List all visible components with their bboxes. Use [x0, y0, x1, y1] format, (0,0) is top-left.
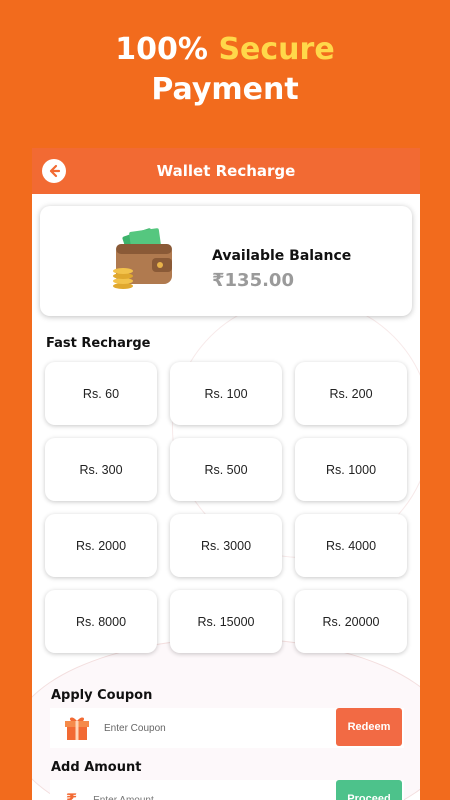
amount-button-20000[interactable]: Rs. 20000 [295, 590, 407, 653]
gift-icon [65, 717, 89, 740]
apply-coupon-label: Apply Coupon [51, 688, 153, 703]
amount-field: ₹ Proceed [50, 780, 404, 800]
redeem-button[interactable]: Redeem [336, 708, 402, 746]
promo-highlight: Secure [218, 32, 335, 67]
balance-value: ₹135.00 [212, 270, 294, 291]
app-bar: Wallet Recharge [32, 148, 420, 194]
phone-screen: Wallet Recharge Available Balance ₹135.0… [32, 148, 420, 800]
promo-line-2: Payment [151, 72, 299, 107]
amount-button-2000[interactable]: Rs. 2000 [45, 514, 157, 577]
amount-button-3000[interactable]: Rs. 3000 [170, 514, 282, 577]
amount-button-200[interactable]: Rs. 200 [295, 362, 407, 425]
back-button[interactable] [42, 159, 66, 183]
promo-line-1: 100% Secure [0, 30, 450, 70]
wallet-icon [113, 228, 172, 289]
balance-card: Available Balance ₹135.00 [40, 206, 412, 316]
promo-headline: 100% Secure Payment [0, 30, 450, 110]
amount-button-15000[interactable]: Rs. 15000 [170, 590, 282, 653]
page-title: Wallet Recharge [156, 162, 296, 180]
recharge-amount-grid: Rs. 60 Rs. 100 Rs. 200 Rs. 300 Rs. 500 R… [45, 362, 407, 653]
amount-button-60[interactable]: Rs. 60 [45, 362, 157, 425]
coupon-field: Redeem [50, 708, 404, 748]
fast-recharge-label: Fast Recharge [46, 336, 151, 351]
balance-label: Available Balance [212, 248, 352, 264]
amount-button-300[interactable]: Rs. 300 [45, 438, 157, 501]
add-amount-label: Add Amount [51, 760, 142, 775]
amount-button-4000[interactable]: Rs. 4000 [295, 514, 407, 577]
promo-prefix: 100% [115, 32, 208, 67]
amount-button-500[interactable]: Rs. 500 [170, 438, 282, 501]
coupon-input[interactable] [104, 722, 304, 734]
amount-button-100[interactable]: Rs. 100 [170, 362, 282, 425]
amount-input[interactable] [93, 794, 294, 800]
proceed-button[interactable]: Proceed [336, 780, 402, 800]
amount-button-8000[interactable]: Rs. 8000 [45, 590, 157, 653]
rupee-icon: ₹ [66, 790, 77, 800]
arrow-left-icon [49, 164, 61, 178]
amount-button-1000[interactable]: Rs. 1000 [295, 438, 407, 501]
